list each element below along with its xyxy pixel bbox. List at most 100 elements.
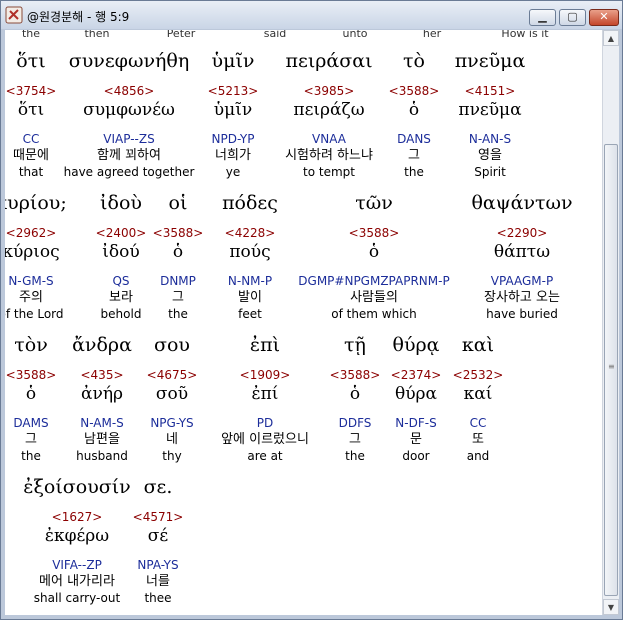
close-icon: ✕ bbox=[599, 10, 609, 23]
strong-number: <1627> bbox=[51, 510, 103, 524]
strong-number: <4856> bbox=[103, 84, 155, 98]
chevron-up-icon: ▲ bbox=[607, 34, 615, 43]
english-gloss: the bbox=[404, 165, 424, 179]
strong-number: <3588> bbox=[348, 226, 400, 240]
greek-word: πειράσαι bbox=[285, 50, 373, 72]
korean-gloss: 함께 꾀하여 bbox=[97, 148, 161, 163]
gloss-text: the bbox=[21, 30, 41, 40]
lemma: σοῦ bbox=[155, 384, 189, 404]
korean-gloss: 그 bbox=[172, 290, 184, 305]
lemma: σέ bbox=[147, 526, 169, 546]
greek-word: καὶ bbox=[461, 334, 495, 356]
lemma: ἐκφέρω bbox=[44, 526, 110, 546]
gloss-text: Peter bbox=[166, 30, 196, 40]
window-title: @원경분해 - 행 5:9 bbox=[27, 10, 130, 24]
greek-word: πόδες bbox=[222, 192, 278, 214]
korean-gloss: 그 bbox=[408, 148, 420, 163]
english-gloss: feet bbox=[238, 307, 262, 321]
english-gloss: and bbox=[466, 449, 490, 463]
strong-number: <3588> bbox=[5, 368, 57, 382]
english-gloss: of the Lord bbox=[5, 307, 64, 321]
parsing-code: VIFA--ZP bbox=[52, 558, 102, 572]
grip-icon: ≡ bbox=[608, 362, 615, 371]
lemma: ἐπί bbox=[251, 384, 279, 404]
greek-word: ἄνδρα bbox=[72, 334, 132, 356]
lemma: ὑμῖν bbox=[213, 100, 253, 120]
parsing-code: QS bbox=[112, 274, 130, 288]
strong-number: <2962> bbox=[5, 226, 57, 240]
greek-word: τῶν bbox=[355, 192, 393, 214]
title-bar[interactable]: @원경분해 - 행 5:9 ▁ ▢ ✕ bbox=[1, 1, 622, 29]
korean-gloss: 문 bbox=[410, 432, 422, 447]
greek-word: τῇ bbox=[344, 334, 366, 356]
chevron-down-icon: ▼ bbox=[607, 603, 615, 612]
strong-number: <5213> bbox=[207, 84, 259, 98]
english-gloss: husband bbox=[76, 449, 128, 463]
parsing-code: N-AN-S bbox=[468, 132, 512, 146]
parsing-code: DANS bbox=[397, 132, 431, 146]
lemma: καί bbox=[463, 384, 493, 404]
english-gloss: the bbox=[168, 307, 188, 321]
parsing-code: VIAP--ZS bbox=[103, 132, 155, 146]
parsing-code: VNAA bbox=[312, 132, 346, 146]
english-gloss: are at bbox=[247, 449, 283, 463]
lemma: ἀνήρ bbox=[81, 384, 123, 404]
maximize-button[interactable]: ▢ bbox=[559, 9, 586, 26]
strong-number: <4571> bbox=[132, 510, 184, 524]
parsing-code: DGMP#NPGMZPAPRNM-P bbox=[298, 274, 450, 288]
gloss-text: said bbox=[263, 30, 287, 40]
lemma: ὁ bbox=[172, 242, 184, 262]
korean-gloss: 시험하려 하느냐 bbox=[285, 148, 373, 163]
gloss-text: unto bbox=[342, 30, 368, 40]
korean-gloss: 영을 bbox=[478, 148, 502, 163]
korean-gloss: 그 bbox=[349, 432, 361, 447]
parsing-code: NPD-YP bbox=[211, 132, 255, 146]
parsing-code: PD bbox=[256, 416, 274, 430]
app-window: @원경분해 - 행 5:9 ▁ ▢ ✕ the then Peter said unto… bbox=[0, 0, 623, 620]
lemma: ὁ bbox=[349, 384, 361, 404]
lemma: ὁ bbox=[408, 100, 420, 120]
parsing-code: DDFS bbox=[338, 416, 372, 430]
lemma: κύριος bbox=[5, 242, 60, 262]
strong-number: <3754> bbox=[5, 84, 57, 98]
greek-word: κυρίου; bbox=[5, 192, 67, 214]
strong-number: <435> bbox=[80, 368, 124, 382]
strong-number: <2290> bbox=[496, 226, 548, 240]
scroll-down-button[interactable]: ▼ bbox=[603, 599, 619, 615]
scroll-up-button[interactable]: ▲ bbox=[603, 30, 619, 46]
gloss-text: then bbox=[84, 30, 110, 40]
strong-number: <4151> bbox=[464, 84, 516, 98]
korean-gloss: 발이 bbox=[238, 290, 262, 305]
lemma: ὅτι bbox=[17, 100, 45, 120]
korean-gloss: 장사하고 오는 bbox=[484, 290, 560, 305]
english-gloss: thee bbox=[144, 591, 172, 605]
minimize-icon: ▁ bbox=[538, 10, 547, 23]
scroll-thumb[interactable]: ≡ bbox=[604, 144, 618, 596]
korean-gloss: 사람들의 bbox=[350, 290, 398, 305]
korean-gloss: 메어 내가리라 bbox=[39, 574, 115, 589]
greek-word: ἐξοίσουσίν bbox=[23, 476, 131, 498]
greek-word: θαψάντων bbox=[471, 192, 573, 214]
greek-word: θύρᾳ bbox=[392, 334, 440, 356]
greek-word: ὅτι bbox=[16, 50, 46, 72]
english-gloss: that bbox=[18, 165, 44, 179]
strong-number: <3588> bbox=[152, 226, 204, 240]
greek-word: συνεφωνήθη bbox=[68, 50, 190, 72]
greek-word: τὸν bbox=[14, 334, 48, 356]
app-icon bbox=[5, 6, 23, 24]
vertical-scrollbar[interactable]: ▲ ≡ ▼ bbox=[602, 30, 619, 615]
minimize-button[interactable]: ▁ bbox=[529, 9, 556, 26]
korean-gloss: 너를 bbox=[146, 574, 170, 589]
parsing-code: DNMP bbox=[160, 274, 196, 288]
english-gloss: to tempt bbox=[303, 165, 355, 179]
korean-gloss: 남편을 bbox=[84, 432, 120, 447]
lemma: πειράζω bbox=[293, 100, 365, 120]
parsing-code: N-NM-P bbox=[227, 274, 273, 288]
english-gloss: door bbox=[402, 449, 430, 463]
interlinear-pane: the then Peter said unto her How is it ὅτι <375… bbox=[5, 30, 602, 615]
close-button[interactable]: ✕ bbox=[589, 9, 619, 26]
lemma: θύρα bbox=[394, 384, 438, 404]
parsing-code: N-DF-S bbox=[395, 416, 437, 430]
parsing-code: VPAAGM-P bbox=[490, 274, 554, 288]
lemma: ὁ bbox=[368, 242, 380, 262]
